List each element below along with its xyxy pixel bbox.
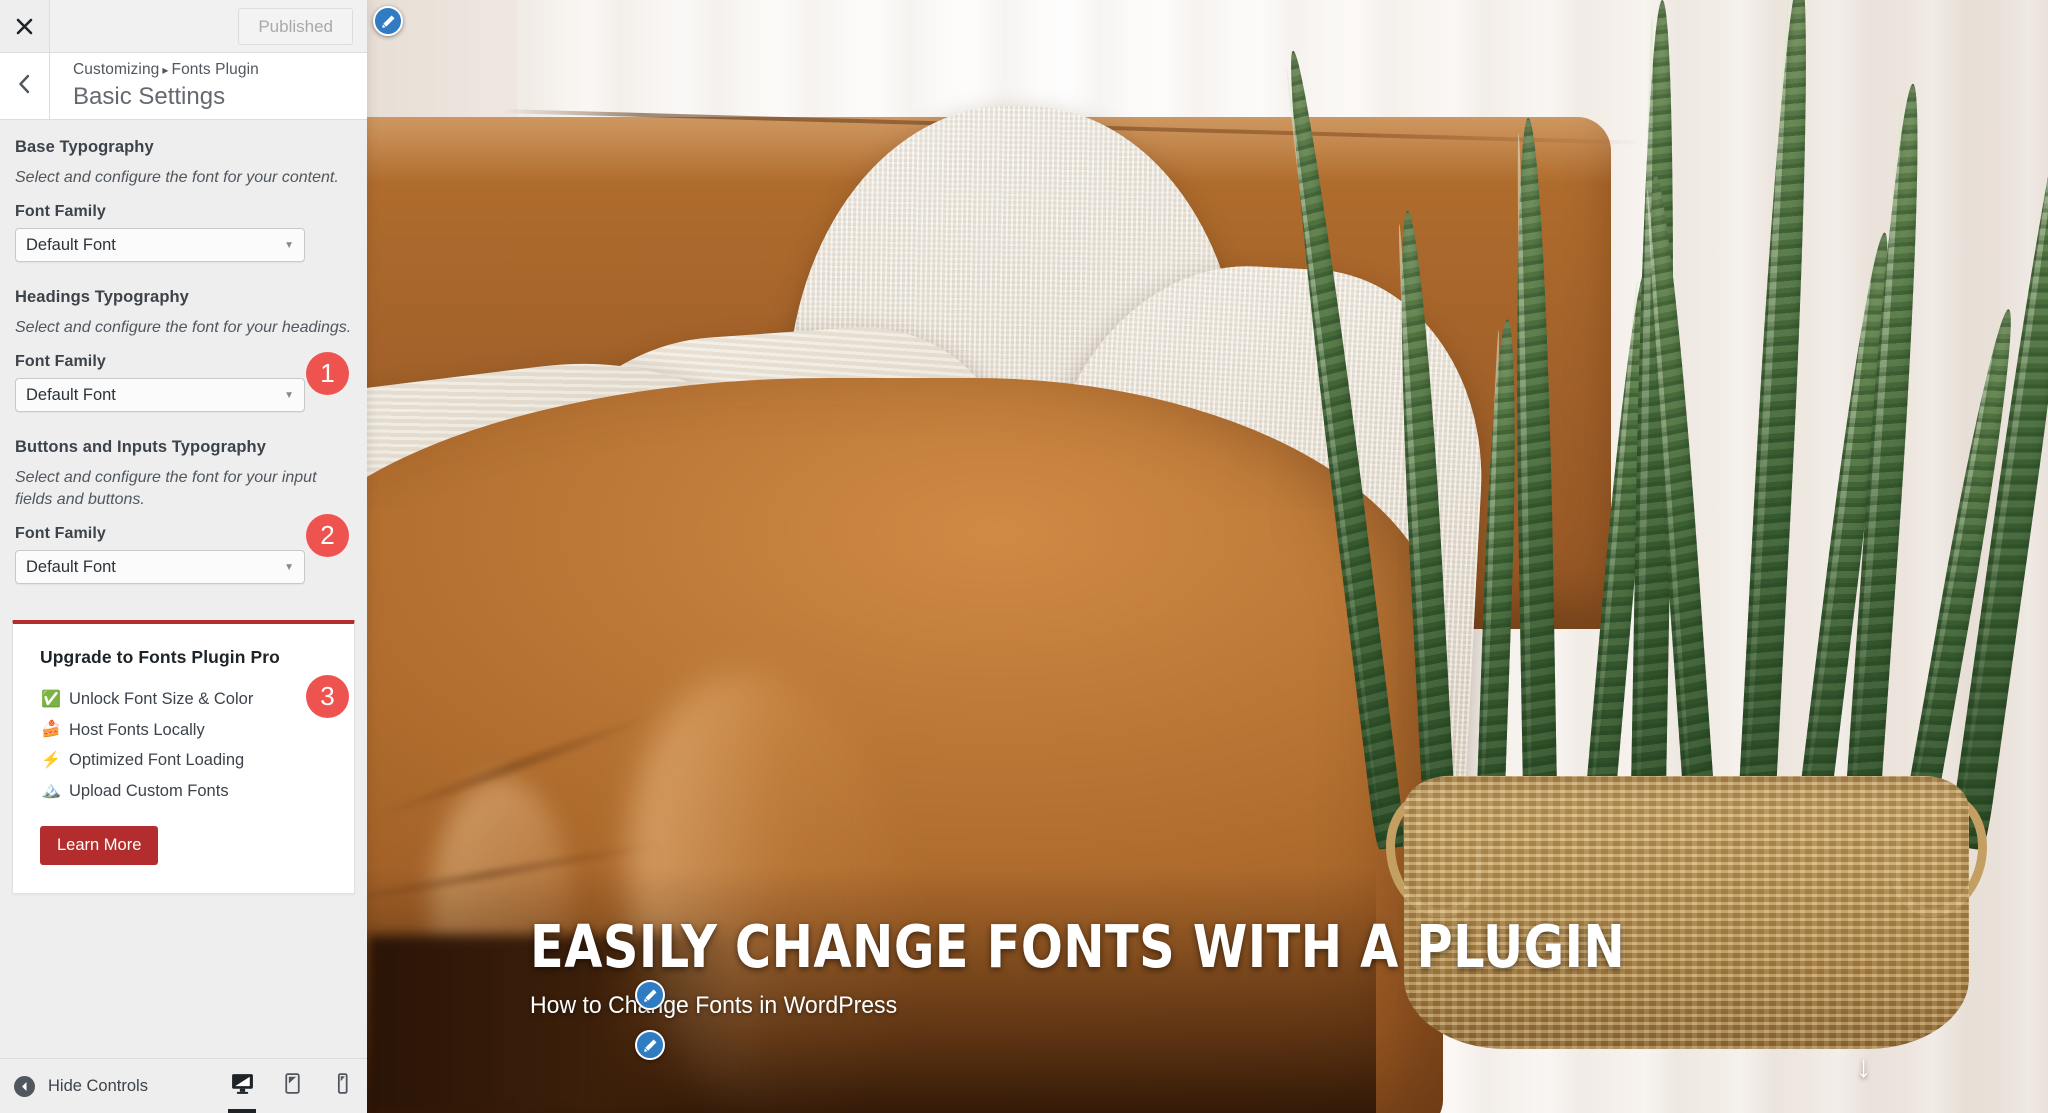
mobile-icon — [330, 1071, 355, 1101]
buttons-font-family-select[interactable]: Default Font ▼ — [15, 550, 305, 585]
hero-subheading: How to Change Fonts in WordPress — [530, 991, 898, 1019]
plant-leaf — [1474, 319, 1522, 850]
device-button-desktop[interactable] — [217, 1059, 267, 1113]
header-spacer — [50, 0, 238, 52]
panel-title-row: Customizing ▸ Fonts Plugin Basic Settings — [0, 53, 367, 120]
arrow-down-icon[interactable]: ↓ — [1856, 1053, 1871, 1083]
chevron-down-icon: ▼ — [284, 239, 294, 251]
feature-label: Unlock Font Size & Color — [69, 690, 254, 709]
selected-value: Default Font — [26, 235, 116, 254]
base-font-family-select[interactable]: Default Font ▼ — [15, 228, 305, 263]
hide-controls-button[interactable]: Hide Controls — [14, 1075, 217, 1097]
hide-controls-label: Hide Controls — [48, 1076, 148, 1095]
close-customizer-button[interactable] — [0, 0, 50, 52]
list-item: 🍰 Host Fonts Locally — [40, 715, 327, 746]
plant-leaf — [1511, 118, 1559, 849]
pencil-glyph — [643, 989, 656, 1002]
hero-heading: Easily Change Fonts With a Plugin — [530, 911, 1626, 981]
field-label-font-family: Font Family — [15, 525, 106, 543]
feature-label: Host Fonts Locally — [69, 720, 205, 739]
host-locally-icon: 🍰 — [41, 721, 61, 739]
breadcrumb: Customizing ▸ Fonts Plugin — [73, 60, 259, 80]
page-title: Basic Settings — [73, 82, 226, 110]
customizer-footer: Hide Controls — [0, 1058, 367, 1113]
list-item: 🏔️ Upload Custom Fonts — [40, 776, 327, 807]
customizer-header: Published — [0, 0, 367, 53]
publish-button[interactable]: Published — [238, 7, 353, 45]
site-preview[interactable]: Easily Change Fonts With a Plugin How to… — [367, 0, 2048, 1113]
section-title: Buttons and Inputs Typography — [15, 438, 266, 457]
panel-title-texts: Customizing ▸ Fonts Plugin Basic Settings — [50, 53, 259, 119]
section-title: Base Typography — [15, 138, 154, 156]
section-description: Select and configure the font for your i… — [15, 469, 317, 509]
edit-pencil-icon-header[interactable] — [373, 6, 403, 36]
list-item: ✅ Unlock Font Size & Color — [40, 684, 327, 715]
step-badge-3: 3 — [306, 675, 349, 718]
field-label-font-family: Font Family — [15, 203, 106, 221]
font-family-select-row: Default Font ▼ — [15, 378, 352, 413]
check-mark-icon: ✅ — [41, 690, 61, 708]
edit-pencil-icon-subheading[interactable] — [635, 1030, 665, 1060]
settings-panel-body: Base Typography Select and configure the… — [0, 120, 367, 1058]
feature-label: Optimized Font Loading — [69, 751, 245, 770]
collapse-left-icon — [14, 1075, 35, 1097]
chevron-left-icon — [17, 74, 32, 99]
learn-more-button[interactable]: Learn More — [40, 826, 159, 866]
device-button-tablet[interactable] — [267, 1059, 317, 1113]
snake-plant — [1278, 0, 2048, 1050]
pencil-glyph — [643, 1039, 656, 1052]
tablet-icon — [280, 1071, 305, 1101]
plant-leaf — [1736, 0, 1819, 850]
font-family-select-row: Default Font ▼ — [15, 550, 352, 585]
breadcrumb-parent: Fonts Plugin — [171, 61, 259, 79]
breadcrumb-separator: ▸ — [162, 63, 169, 78]
selected-value: Default Font — [26, 385, 116, 404]
lightning-bolt-icon: ⚡ — [41, 751, 61, 769]
upload-icon: 🏔️ — [41, 782, 61, 800]
edit-pencil-icon-heading[interactable] — [635, 980, 665, 1010]
close-x-icon — [15, 17, 34, 36]
plant-leaf — [1391, 209, 1458, 850]
step-badge-2: 2 — [306, 514, 349, 557]
customizer-sidebar: Published Customizing ▸ Fonts Plugin Basic… — [0, 0, 367, 1113]
device-button-mobile[interactable] — [317, 1059, 367, 1113]
pencil-glyph — [381, 15, 394, 28]
section-title: Headings Typography — [15, 288, 189, 307]
publish-area: Published — [238, 0, 367, 52]
section-description: Select and configure the font for your h… — [15, 319, 352, 337]
selected-value: Default Font — [26, 557, 116, 576]
upgrade-feature-list: ✅ Unlock Font Size & Color 🍰 Host Fonts … — [40, 684, 327, 806]
breadcrumb-root: Customizing — [73, 61, 160, 79]
back-button[interactable] — [0, 53, 50, 119]
device-preview-buttons — [217, 1059, 367, 1113]
upgrade-title: Upgrade to Fonts Plugin Pro — [40, 647, 280, 668]
section-description: Select and configure the font for your c… — [15, 169, 339, 186]
headings-font-family-select[interactable]: Default Font ▼ — [15, 378, 305, 413]
field-label-font-family: Font Family — [15, 353, 106, 371]
chevron-down-icon: ▼ — [284, 389, 294, 401]
upgrade-box-wrapper: Upgrade to Fonts Plugin Pro ✅ Unlock Fon… — [0, 620, 367, 895]
section-base-typography: Base Typography Select and configure the… — [0, 138, 367, 263]
section-headings-typography: Headings Typography Select and configure… — [0, 288, 367, 413]
section-buttons-inputs-typography: Buttons and Inputs Typography Select and… — [0, 438, 367, 585]
desktop-icon — [230, 1071, 255, 1101]
customizer-app: Published Customizing ▸ Fonts Plugin Basic… — [0, 0, 2048, 1113]
feature-label: Upload Custom Fonts — [69, 781, 229, 800]
hero-text-block: Easily Change Fonts With a Plugin How to… — [530, 917, 1708, 1019]
list-item: ⚡ Optimized Font Loading — [40, 745, 327, 776]
step-badge-1: 1 — [306, 352, 349, 395]
font-family-select-row: Default Font ▼ — [15, 228, 352, 263]
chevron-down-icon: ▼ — [284, 561, 294, 573]
upgrade-box: Upgrade to Fonts Plugin Pro ✅ Unlock Fon… — [12, 620, 355, 895]
